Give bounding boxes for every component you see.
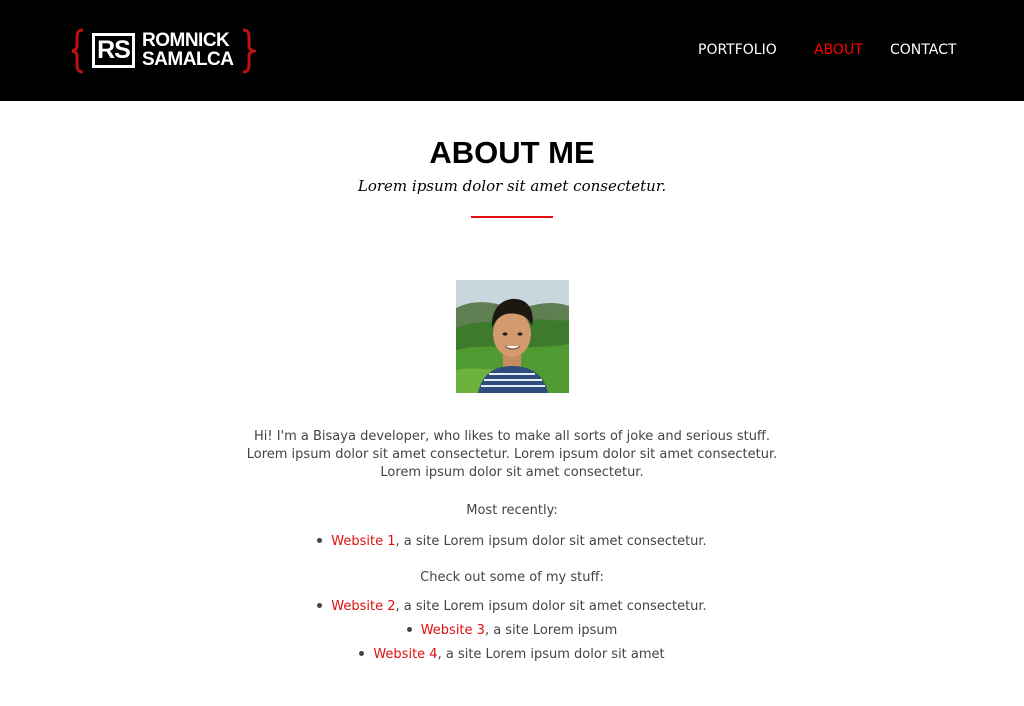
recent-label: Most recently: (466, 503, 558, 518)
list-item-text: , a site Lorem ipsum dolor sit amet (437, 647, 665, 662)
profile-photo (456, 280, 569, 393)
intro-line: Lorem ipsum dolor sit amet consectetur. (380, 465, 644, 480)
website-1-link[interactable]: Website 1 (331, 534, 395, 549)
intro-line: Lorem ipsum dolor sit amet consectetur. … (246, 447, 778, 462)
page-title: ABOUT ME (429, 135, 595, 170)
website-4-link[interactable]: Website 4 (373, 647, 437, 662)
nav-link-about[interactable]: ABOUT (814, 41, 863, 59)
website-3-link[interactable]: Website 3 (421, 623, 485, 638)
nav-link-contact[interactable]: CONTACT (890, 41, 956, 59)
intro-line: Hi! I'm a Bisaya developer, who likes to… (253, 429, 771, 444)
list-item-text: , a site Lorem ipsum dolor sit amet cons… (395, 599, 707, 614)
list-item: Website 2, a site Lorem ipsum dolor sit … (0, 595, 1024, 619)
list-item-text: , a site Lorem ipsum (484, 623, 618, 638)
list-item-text: , a site Lorem ipsum dolor sit amet cons… (395, 534, 707, 549)
page-subtitle: Lorem ipsum dolor sit amet consectetur. (357, 177, 667, 195)
bullet-icon (317, 538, 323, 543)
list-item: Website 4, a site Lorem ipsum dolor sit … (0, 643, 1024, 667)
nav-link-portfolio[interactable]: PORTFOLIO (698, 41, 777, 59)
stuff-label: Check out some of my stuff: (420, 570, 604, 585)
recent-list: Website 1, a site Lorem ipsum dolor sit … (0, 530, 1024, 554)
bullet-icon (406, 627, 412, 632)
list-item: Website 3, a site Lorem ipsum (0, 619, 1024, 643)
list-item: Website 1, a site Lorem ipsum dolor sit … (0, 530, 1024, 554)
bullet-icon (317, 603, 323, 608)
site-header: RS ROMNICK SAMALCA PORTFOLIO ABOUT CONTA… (0, 0, 1024, 101)
title-divider (471, 216, 553, 218)
about-content: Hi! I'm a Bisaya developer, who likes to… (0, 428, 1024, 662)
intro-paragraph: Hi! I'm a Bisaya developer, who likes to… (0, 428, 1024, 482)
main-nav: PORTFOLIO ABOUT CONTACT (0, 41, 1024, 61)
bullet-icon (359, 651, 365, 656)
website-2-link[interactable]: Website 2 (331, 599, 395, 614)
stuff-list: Website 2, a site Lorem ipsum dolor sit … (0, 595, 1024, 667)
